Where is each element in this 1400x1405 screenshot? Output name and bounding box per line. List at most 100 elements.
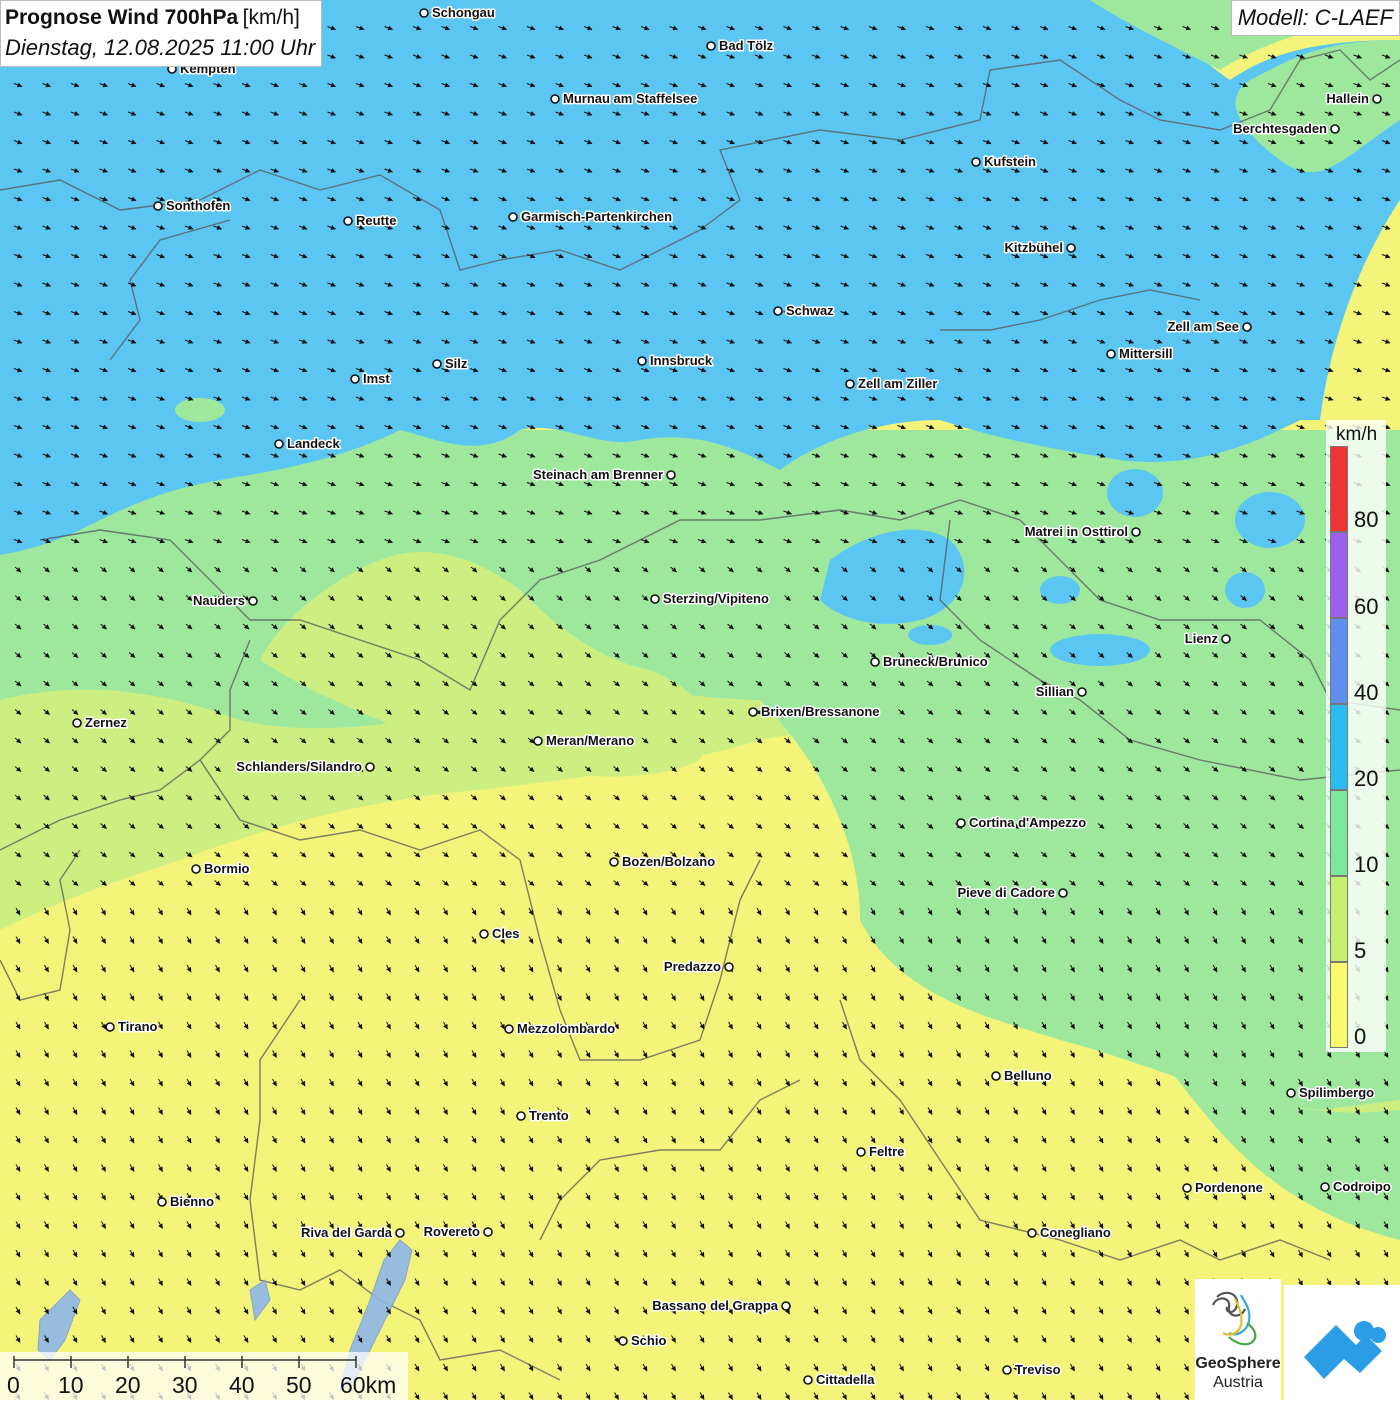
scale-label-20: 20 bbox=[115, 1372, 141, 1398]
scale-label-10: 10 bbox=[58, 1372, 84, 1398]
city-dot bbox=[1131, 527, 1141, 537]
city-label: Schongau bbox=[432, 5, 495, 20]
city-brixen-bressanone: Brixen/Bressanone bbox=[748, 703, 881, 721]
city-dot bbox=[504, 1024, 514, 1034]
city-dot bbox=[637, 356, 647, 366]
city-label: Garmisch-Partenkirchen bbox=[521, 209, 672, 224]
city-label: Bienno bbox=[170, 1194, 214, 1209]
city-dot bbox=[724, 962, 734, 972]
city-label: Spilimbergo bbox=[1299, 1085, 1374, 1100]
city-dot bbox=[157, 1197, 167, 1207]
city-dot bbox=[533, 736, 543, 746]
city-innsbruck: Innsbruck bbox=[637, 352, 714, 370]
scale-label-60km: 60km bbox=[340, 1372, 397, 1398]
city-dot bbox=[1027, 1228, 1037, 1238]
city-dot bbox=[483, 1227, 493, 1237]
city-label: Imst bbox=[363, 371, 390, 386]
city-dot bbox=[1242, 322, 1252, 332]
city-label: Kufstein bbox=[984, 154, 1036, 169]
city-dot bbox=[1182, 1183, 1192, 1193]
city-dot bbox=[153, 201, 163, 211]
legend-seg-10-20 bbox=[1330, 790, 1348, 876]
city-dot bbox=[1077, 687, 1087, 697]
city-label: Schio bbox=[631, 1333, 666, 1348]
geosphere-logo[interactable]: GeoSphere Austria bbox=[1195, 1279, 1281, 1400]
legend-seg-5-10 bbox=[1330, 876, 1348, 962]
city-dot bbox=[432, 359, 442, 369]
city-dot bbox=[803, 1375, 813, 1385]
legend-label-80: 80 bbox=[1354, 507, 1379, 532]
city-dot bbox=[856, 1147, 866, 1157]
map-title: Prognose Wind 700hPa bbox=[5, 6, 239, 29]
city-schongau: Schongau bbox=[419, 4, 496, 22]
city-label: Sterzing/Vipiteno bbox=[663, 591, 769, 606]
city-label: Steinach am Brenner bbox=[533, 467, 663, 482]
city-label: Berchtesgaden bbox=[1233, 121, 1327, 136]
city-dot bbox=[350, 374, 360, 384]
city-label: Pordenone bbox=[1195, 1180, 1263, 1195]
scale-label-40: 40 bbox=[229, 1372, 255, 1398]
city-label: Pieve di Cadore bbox=[957, 885, 1055, 900]
austria-text: Austria bbox=[1213, 1374, 1263, 1391]
city-label: Belluno bbox=[1004, 1068, 1052, 1083]
city-garmisch-partenkirchen: Garmisch-Partenkirchen bbox=[508, 208, 674, 226]
city-label: Nauders bbox=[193, 593, 245, 608]
city-schlanders-silandro: Schlanders/Silandro bbox=[235, 758, 375, 776]
city-dot bbox=[274, 439, 284, 449]
city-murnau-am-staffelsee: Murnau am Staffelsee bbox=[550, 90, 699, 108]
city-dot bbox=[781, 1301, 791, 1311]
city-bozen-bolzano: Bozen/Bolzano bbox=[609, 853, 717, 871]
scale-label-0: 0 bbox=[7, 1372, 20, 1398]
mountain-cloud-icon bbox=[1304, 1321, 1386, 1379]
city-label: Sonthofen bbox=[166, 198, 230, 213]
city-dot bbox=[956, 818, 966, 828]
city-zell-am-see: Zell am See bbox=[1166, 318, 1252, 336]
city-label: Feltre bbox=[869, 1144, 904, 1159]
city-dot bbox=[191, 864, 201, 874]
city-label: Predazzo bbox=[664, 959, 721, 974]
legend-seg-20-40 bbox=[1330, 704, 1348, 790]
city-dot bbox=[1330, 124, 1340, 134]
scale-label-30: 30 bbox=[172, 1372, 198, 1398]
city-dot bbox=[105, 1022, 115, 1032]
legend-label-40: 40 bbox=[1354, 680, 1379, 705]
city-dot bbox=[706, 41, 716, 51]
city-bassano-del-grappa: Bassano del Grappa bbox=[651, 1297, 791, 1315]
city-dot bbox=[248, 596, 258, 606]
city-label: Hallein bbox=[1326, 91, 1369, 106]
city-dot bbox=[479, 929, 489, 939]
weather-app-logo[interactable] bbox=[1284, 1285, 1400, 1400]
legend-seg-60-80 bbox=[1330, 532, 1348, 618]
legend-label-0: 0 bbox=[1354, 1024, 1367, 1049]
wind-map: SchongauBad TölzKemptenMurnau am Staffel… bbox=[0, 0, 1400, 1400]
legend-seg-0-5 bbox=[1330, 962, 1348, 1048]
city-dot bbox=[516, 1111, 526, 1121]
city-sterzing-vipiteno: Sterzing/Vipiteno bbox=[650, 590, 770, 608]
city-dot bbox=[419, 8, 429, 18]
legend-seg-80plus bbox=[1330, 446, 1348, 532]
field-blue-blob1 bbox=[1107, 469, 1163, 517]
city-label: Rovereto bbox=[424, 1224, 480, 1239]
model-label: Modell: C-LAEF bbox=[1230, 0, 1400, 36]
city-label: Bruneck/Brunico bbox=[883, 654, 988, 669]
map-title-unit: [km/h] bbox=[242, 6, 300, 29]
city-dot bbox=[650, 594, 660, 604]
field-blue-blob6 bbox=[908, 625, 952, 645]
city-meran-merano: Meran/Merano bbox=[533, 732, 636, 750]
legend-unit: km/h bbox=[1336, 424, 1378, 445]
city-riva-del-garda: Riva del Garda bbox=[299, 1224, 405, 1242]
city-label: Zernez bbox=[85, 715, 127, 730]
city-dot bbox=[72, 718, 82, 728]
city-label: Murnau am Staffelsee bbox=[563, 91, 697, 106]
city-dot bbox=[845, 379, 855, 389]
city-label: Lienz bbox=[1185, 631, 1219, 646]
forecast-datetime: Dienstag, 12.08.2025 11:00 Uhr bbox=[5, 35, 316, 60]
city-label: Reutte bbox=[356, 213, 396, 228]
city-pordenone: Pordenone bbox=[1182, 1179, 1264, 1197]
city-matrei-in-osttirol: Matrei in Osttirol bbox=[1023, 523, 1141, 541]
field-blue-blob2 bbox=[1235, 492, 1305, 548]
city-label: Zell am See bbox=[1167, 319, 1239, 334]
legend-label-5: 5 bbox=[1354, 938, 1367, 963]
city-label: Matrei in Osttirol bbox=[1025, 524, 1128, 539]
city-conegliano: Conegliano bbox=[1027, 1224, 1112, 1242]
